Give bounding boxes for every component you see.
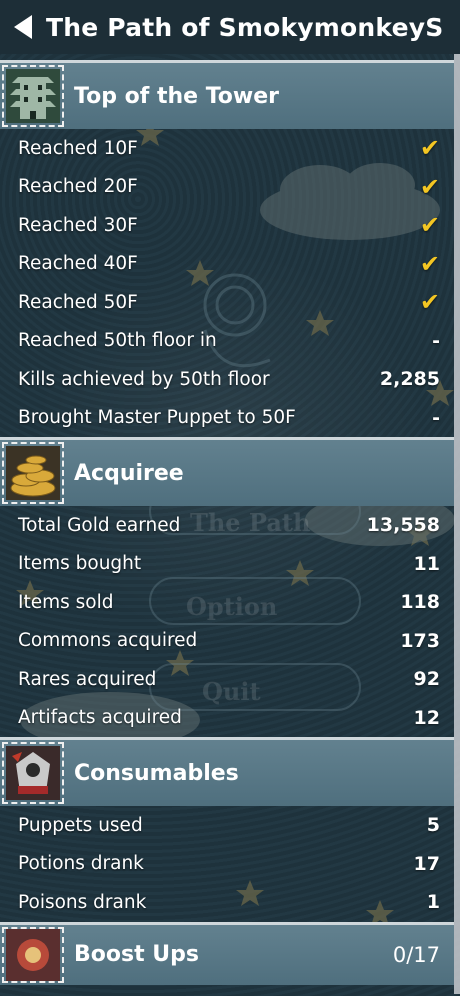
stat-row: Reached 30F ✔ (0, 206, 454, 245)
tower-rows: Reached 10F ✔ Reached 20F ✔ Reached 30F ✔ R… (0, 129, 454, 437)
stat-label: Reached 30F (18, 214, 138, 236)
top-bar: The Path of SmokymonkeyS (0, 0, 460, 54)
section-header-boost: Boost Ups 0/17 (0, 921, 454, 985)
stat-value: 5 (426, 814, 440, 837)
checkmark-icon: ✔ (419, 211, 440, 240)
stat-value: 13,558 (366, 514, 440, 537)
stat-row: Puppets used 5 (0, 806, 454, 845)
back-arrow-icon[interactable] (0, 0, 46, 54)
stat-value: 1 (426, 891, 440, 914)
stat-row: Reached 50F ✔ (0, 283, 454, 322)
stat-label: Commons acquired (18, 630, 198, 652)
checkmark-icon: ✔ (419, 249, 440, 278)
consumables-rows: Puppets used 5 Potions drank 17 Poisons dr… (0, 806, 454, 922)
section-title-consumables: Consumables (74, 760, 239, 786)
gold-coins-icon (2, 442, 64, 504)
stat-value: 92 (413, 668, 440, 691)
puppet-figure-icon (2, 742, 64, 804)
stat-row: Poisons drank 1 (0, 883, 454, 922)
section-title-acquiree: Acquiree (74, 460, 184, 486)
stat-row: Reached 50th floor in - (0, 322, 454, 361)
section-header-tower: Top of the Tower (0, 60, 454, 129)
stat-row: Items sold 118 (0, 583, 454, 622)
stat-label: Items bought (18, 553, 142, 575)
section-header-acquiree: Acquiree (0, 437, 454, 506)
stat-label: Reached 40F (18, 253, 138, 275)
stat-label: Items sold (18, 591, 114, 613)
stat-row: Commons acquired 173 (0, 622, 454, 661)
stat-value: 17 (413, 852, 440, 875)
stat-value: 173 (400, 629, 440, 652)
stat-label: Reached 50F (18, 291, 138, 313)
checkmark-icon: ✔ (419, 288, 440, 317)
section-title-boost: Boost Ups (74, 942, 199, 967)
stat-label: Potions drank (18, 853, 144, 875)
stat-row: Reached 10F ✔ (0, 129, 454, 168)
stat-label: Reached 10F (18, 137, 138, 159)
stat-row: Items bought 11 (0, 545, 454, 584)
page-title: The Path of SmokymonkeyS (46, 12, 444, 42)
stat-row: Kills achieved by 50th floor 2,285 (0, 360, 454, 399)
stat-row: Brought Master Puppet to 50F - (0, 399, 454, 438)
stat-row: Rares acquired 92 (0, 660, 454, 699)
stat-label: Reached 50th floor in (18, 330, 217, 352)
stat-value: 118 (400, 591, 440, 614)
pagoda-tower-icon (2, 65, 64, 127)
stat-row: Reached 40F ✔ (0, 245, 454, 284)
stat-label: Poisons drank (18, 891, 147, 913)
stat-row: Potions drank 17 (0, 845, 454, 884)
stat-row: Artifacts acquired 12 (0, 699, 454, 738)
stat-row: Reached 20F ✔ (0, 168, 454, 207)
checkmark-icon: ✔ (419, 134, 440, 163)
stat-label: Total Gold earned (18, 514, 181, 536)
stat-label: Artifacts acquired (18, 707, 182, 729)
boost-item-icon (2, 926, 64, 983)
section-title-tower: Top of the Tower (74, 83, 280, 109)
acquiree-rows: Total Gold earned 13,558 Items bought 11 I… (0, 506, 454, 737)
stat-value: 11 (413, 552, 440, 575)
stat-label: Rares acquired (18, 668, 157, 690)
stat-label: Puppets used (18, 814, 143, 836)
stat-value: 2,285 (379, 368, 440, 391)
stat-value: - (432, 406, 440, 429)
stat-label: Reached 20F (18, 176, 138, 198)
stat-label: Kills achieved by 50th floor (18, 368, 270, 390)
scrollbar[interactable] (454, 54, 460, 994)
stat-label: Brought Master Puppet to 50F (18, 407, 296, 429)
boost-count: 0/17 (392, 942, 440, 967)
stat-value: 12 (413, 706, 440, 729)
checkmark-icon: ✔ (419, 172, 440, 201)
stats-list: Top of the Tower Reached 10F ✔ Reached 20… (0, 60, 454, 985)
stat-row: Total Gold earned 13,558 (0, 506, 454, 545)
section-header-consumables: Consumables (0, 737, 454, 806)
stat-value: - (432, 329, 440, 352)
